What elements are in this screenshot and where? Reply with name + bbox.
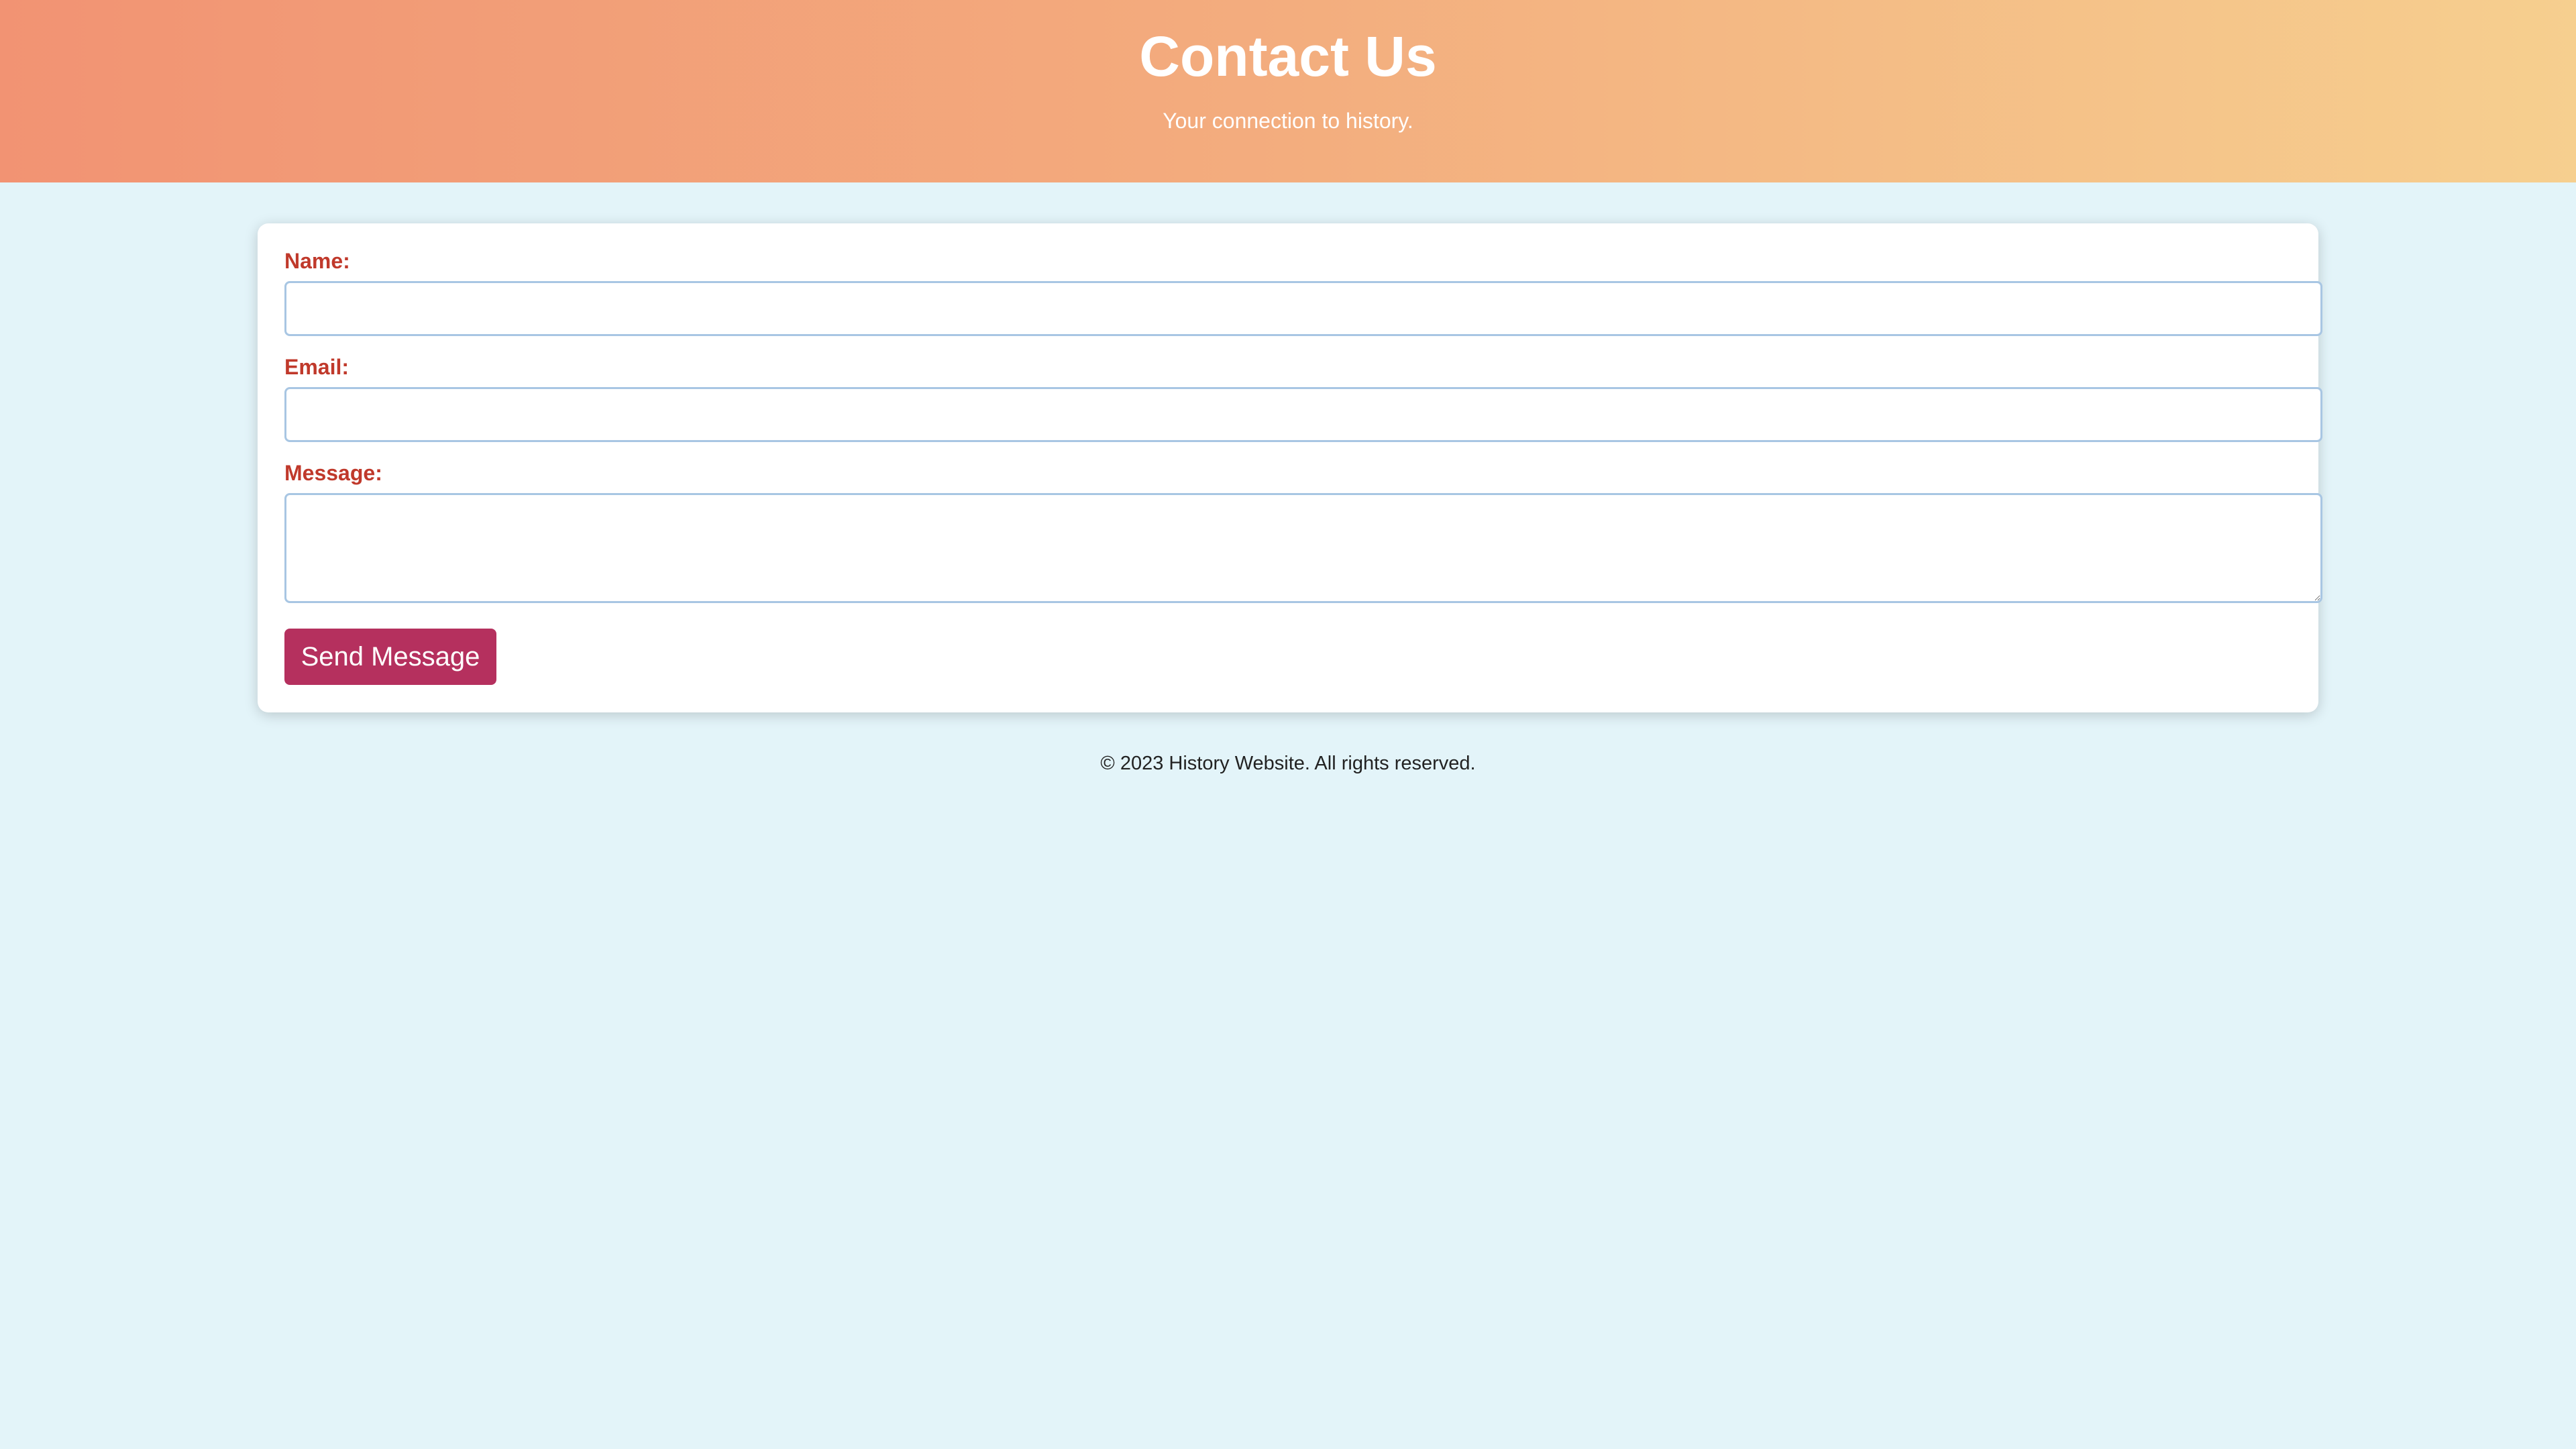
page-header: Contact Us Your connection to history. [0, 0, 2576, 182]
message-field[interactable] [284, 493, 2322, 603]
name-field[interactable] [284, 281, 2322, 336]
message-label: Message: [284, 461, 382, 485]
email-label: Email: [284, 355, 350, 379]
name-label: Name: [284, 249, 350, 273]
copyright-text: © 2023 History Website. All rights reser… [1100, 753, 1476, 774]
page-footer: © 2023 History Website. All rights reser… [0, 750, 2576, 777]
send-message-button[interactable]: Send Message [284, 629, 496, 685]
email-field[interactable] [284, 387, 2322, 442]
page-subtitle: Your connection to history. [1163, 109, 1413, 133]
page-title: Contact Us [1139, 25, 1437, 88]
contact-form-card: Name: Email: Message: Send Message [258, 223, 2322, 712]
